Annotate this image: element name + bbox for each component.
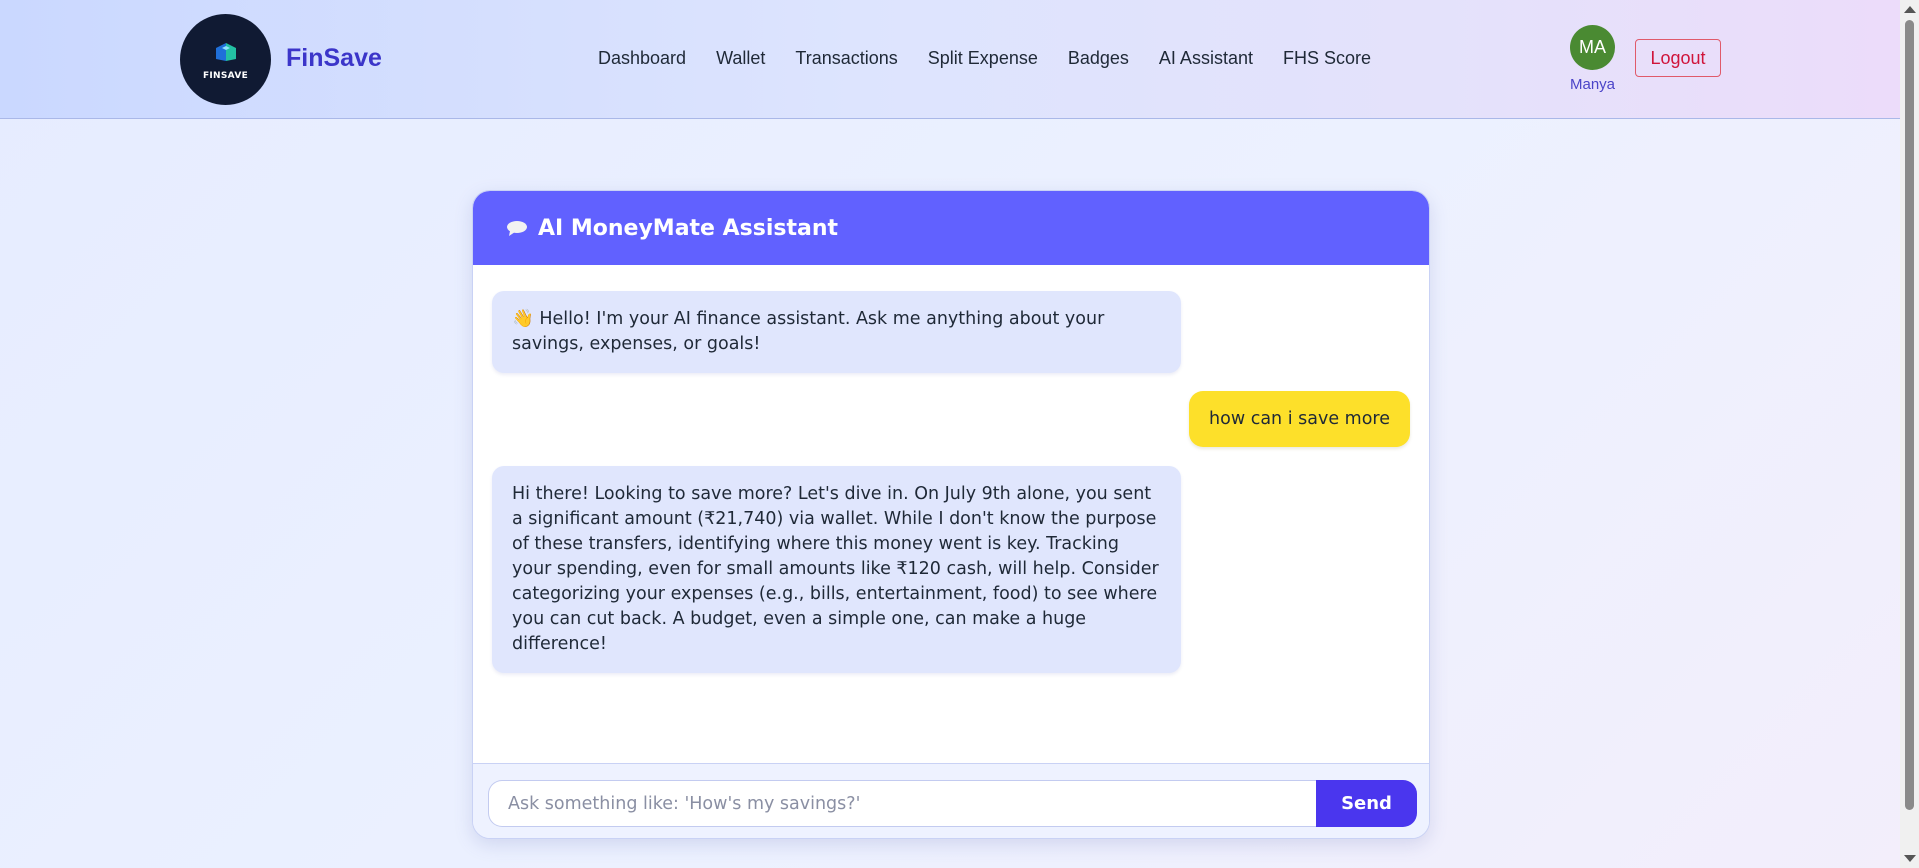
speech-bubble-icon	[507, 221, 527, 236]
nav-wallet[interactable]: Wallet	[716, 48, 765, 69]
scroll-up-arrow-icon[interactable]	[1904, 6, 1916, 13]
nav-ai-assistant[interactable]: AI Assistant	[1159, 48, 1253, 69]
logo-mark-icon	[215, 42, 236, 61]
page-scrollbar[interactable]	[1900, 0, 1919, 868]
nav-badges[interactable]: Badges	[1068, 48, 1129, 69]
logo-text: FINSAVE	[202, 70, 249, 81]
nav-fhs-score[interactable]: FHS Score	[1283, 48, 1371, 69]
logout-button[interactable]: Logout	[1635, 39, 1721, 77]
chat-panel: AI MoneyMate Assistant 👋 Hello! I'm your…	[472, 190, 1430, 839]
user-name: Manya	[1570, 76, 1616, 93]
top-navbar: FINSAVE FinSave Dashboard Wallet Transac…	[0, 0, 1900, 119]
nav-split-expense[interactable]: Split Expense	[928, 48, 1038, 69]
message-list[interactable]: 👋 Hello! I'm your AI finance assistant. …	[473, 265, 1429, 763]
scroll-down-arrow-icon[interactable]	[1904, 855, 1916, 862]
nav-dashboard[interactable]: Dashboard	[598, 48, 686, 69]
nav-transactions[interactable]: Transactions	[795, 48, 897, 69]
chat-title: AI MoneyMate Assistant	[538, 215, 839, 241]
chat-header: AI MoneyMate Assistant	[473, 191, 1429, 265]
scrollbar-thumb[interactable]	[1905, 20, 1914, 810]
finsave-logo[interactable]: FINSAVE	[180, 14, 271, 105]
brand-name[interactable]: FinSave	[286, 44, 382, 73]
assistant-message: 👋 Hello! I'm your AI finance assistant. …	[492, 291, 1181, 373]
chat-input[interactable]	[488, 780, 1317, 827]
user-avatar[interactable]: MA	[1570, 25, 1615, 70]
assistant-message: Hi there! Looking to save more? Let's di…	[492, 466, 1181, 673]
main-nav: Dashboard Wallet Transactions Split Expe…	[598, 48, 1401, 69]
send-button[interactable]: Send	[1316, 780, 1417, 827]
user-message: how can i save more	[1189, 391, 1410, 447]
message-composer: Send	[473, 763, 1429, 838]
